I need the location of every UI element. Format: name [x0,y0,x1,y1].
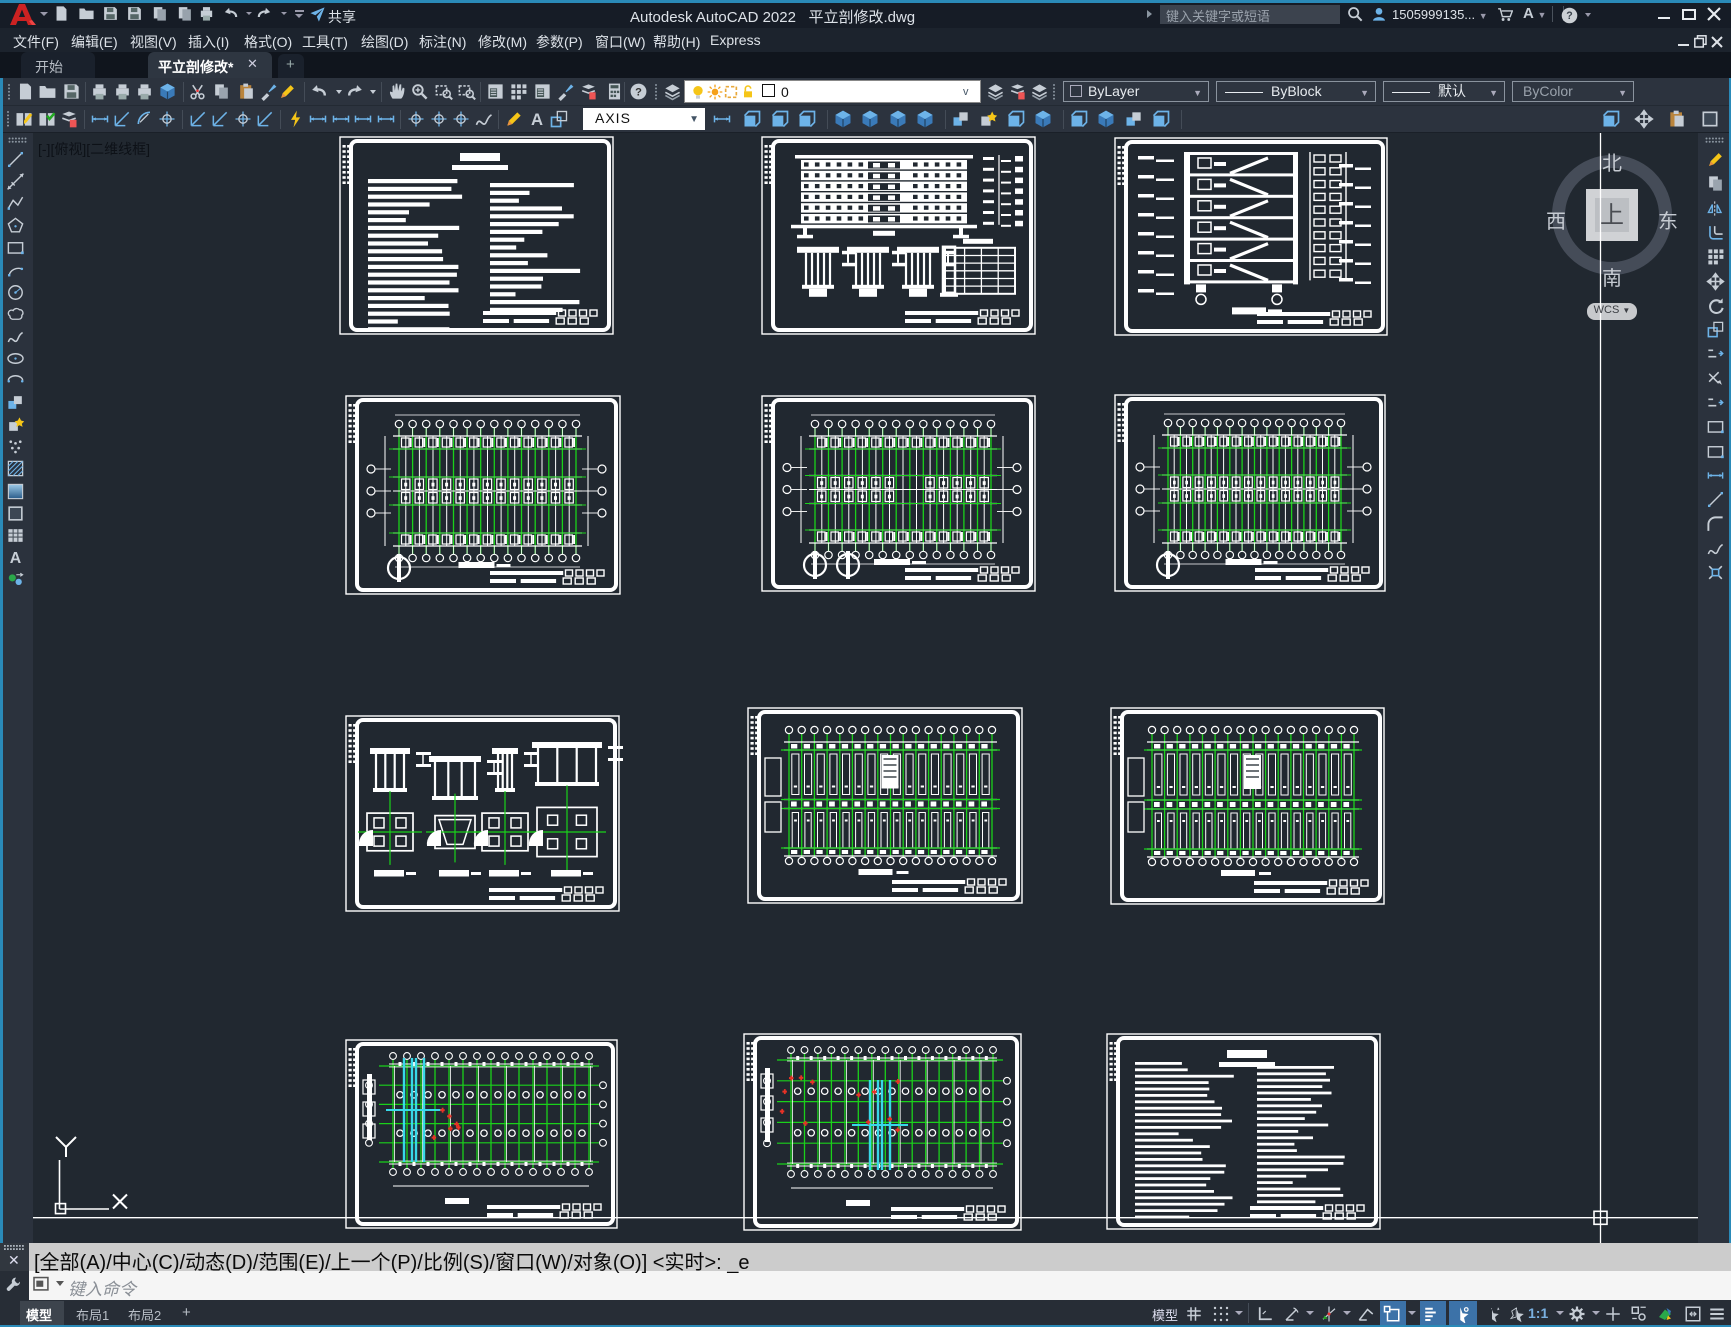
svg-text:?: ? [635,86,642,98]
svg-text:A: A [10,550,22,567]
svg-text:?: ? [1566,10,1572,22]
svg-text:A: A [530,110,542,129]
